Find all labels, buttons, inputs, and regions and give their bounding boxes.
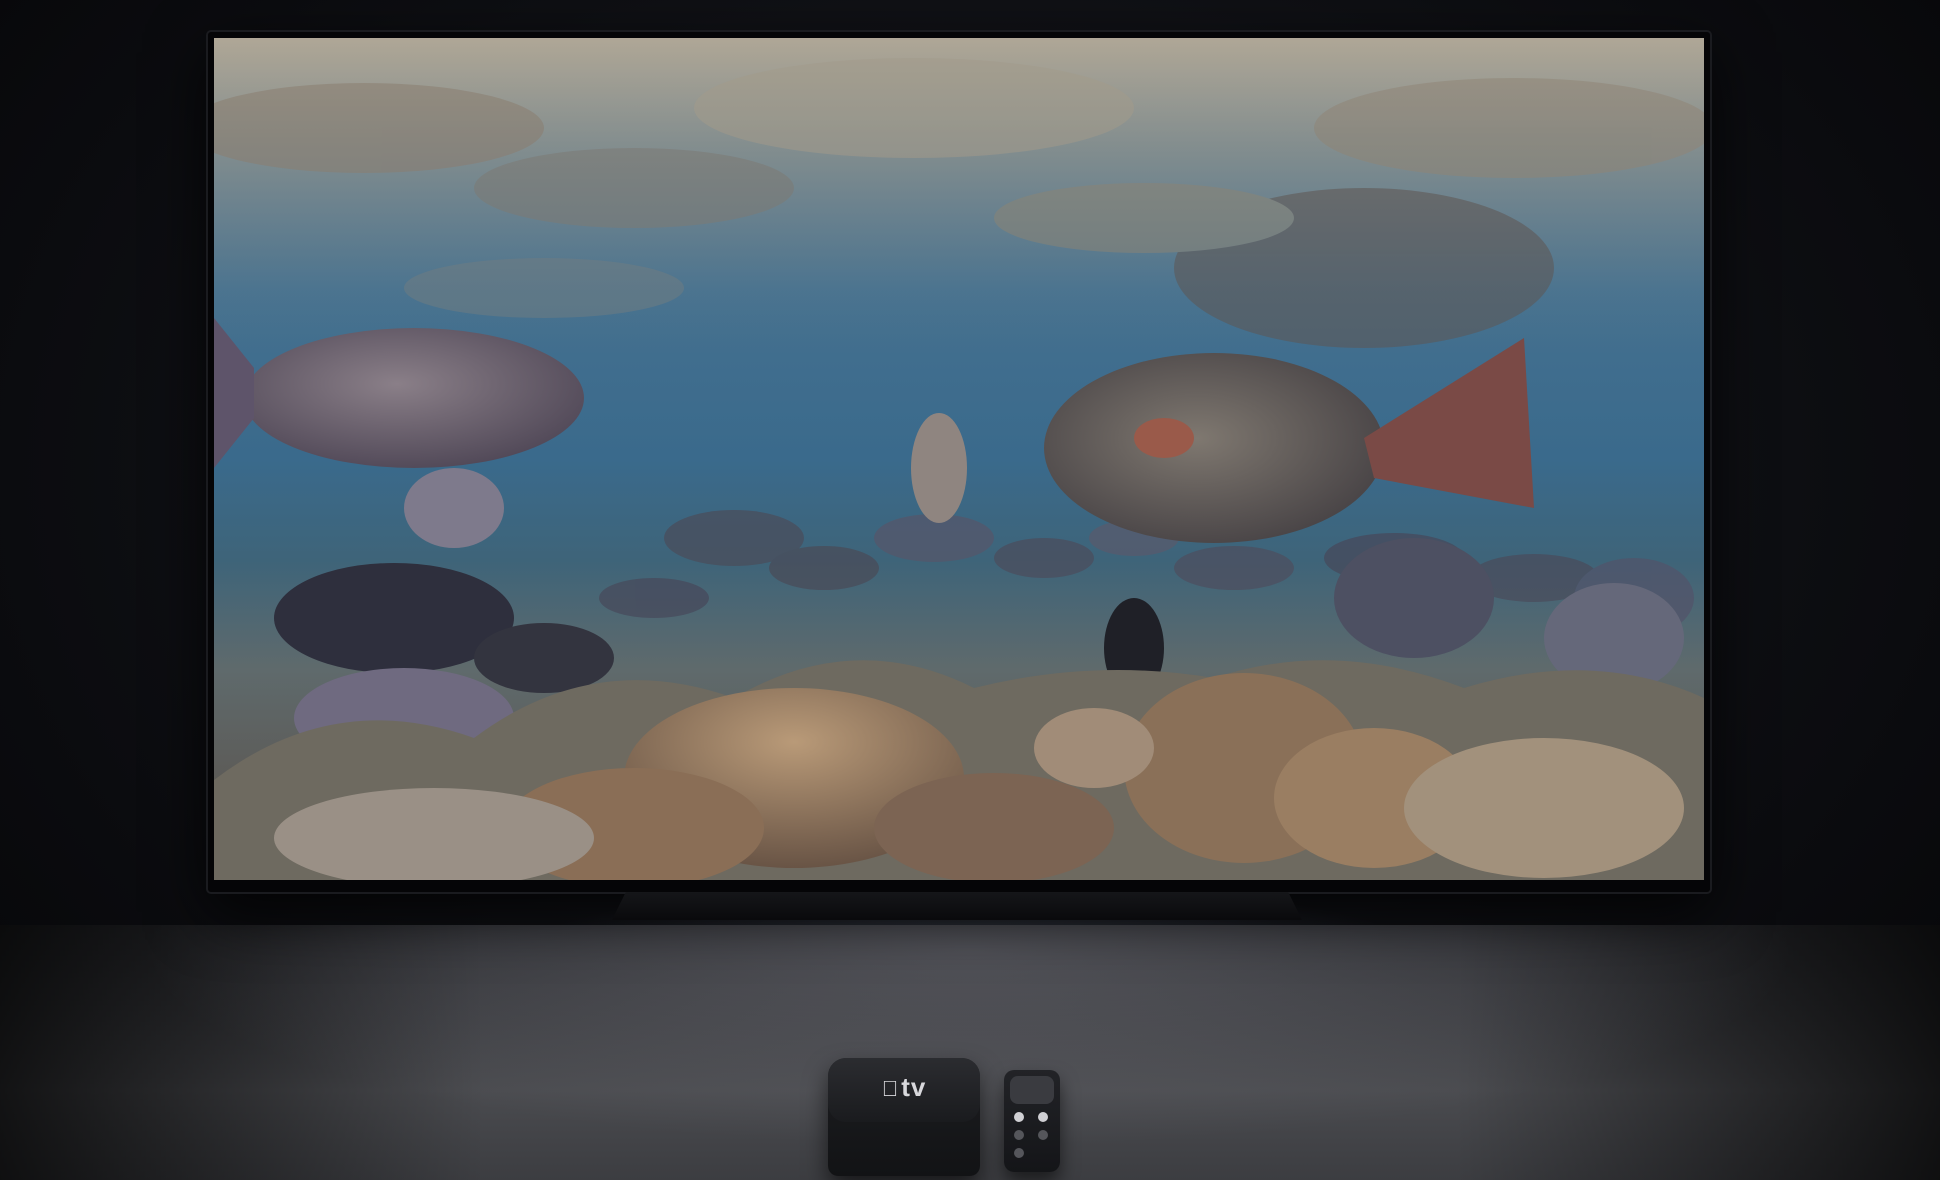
remote-menu-button <box>1014 1112 1024 1122</box>
tv-screen <box>214 38 1704 880</box>
siri-remote <box>1004 1070 1060 1172</box>
remote-touch-surface <box>1010 1076 1054 1104</box>
apple-tv-logo-text: tv <box>892 1072 925 1102</box>
tv-stand <box>612 892 1302 920</box>
remote-volume-button <box>1038 1130 1048 1140</box>
remote-play-pause-button <box>1014 1148 1024 1158</box>
apple-tv-logo: tv <box>828 1072 980 1103</box>
underwater-reef-image <box>214 38 1704 880</box>
scene: tv <box>0 0 1940 1180</box>
television <box>208 32 1710 892</box>
apple-tv-box: tv <box>828 1058 980 1176</box>
apple-logo-icon:  <box>882 1076 900 1101</box>
apple-tv-box-top: tv <box>828 1058 980 1122</box>
remote-siri-button <box>1014 1130 1024 1140</box>
remote-home-button <box>1038 1112 1048 1122</box>
